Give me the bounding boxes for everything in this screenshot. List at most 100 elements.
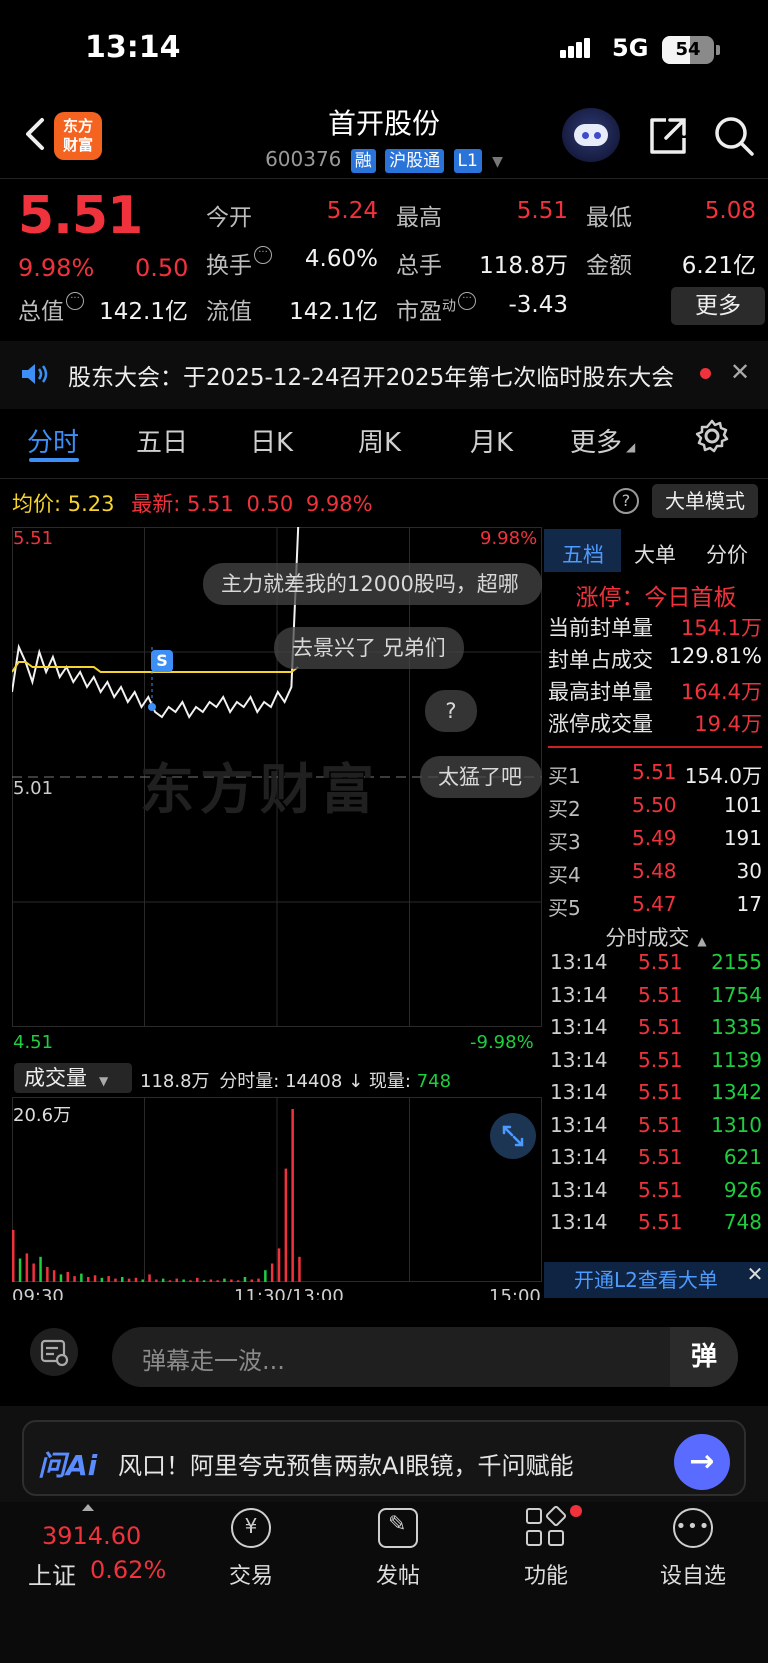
- bid-row[interactable]: 买2 5.50 101: [548, 793, 762, 823]
- battery-level: 54: [675, 39, 701, 60]
- tab-five-levels[interactable]: 五档: [562, 539, 604, 569]
- last-price: 5.51: [18, 186, 143, 246]
- minute-volume-label: 分时量:: [219, 1071, 280, 1092]
- caret-up-icon: ▲: [697, 934, 707, 948]
- avg-label: 均价:: [12, 492, 62, 516]
- limit-up-title: 涨停：今日首板: [575, 585, 737, 611]
- info-icon[interactable]: ···: [66, 292, 84, 310]
- volume-bar: [134, 1277, 138, 1282]
- change-percent: 9.98%: [18, 254, 95, 282]
- bid-row[interactable]: 买5 5.47 17: [548, 892, 762, 922]
- volume-chart[interactable]: [12, 1097, 542, 1282]
- nav-trade[interactable]: ¥ 交易: [206, 1508, 296, 1590]
- expand-up-icon[interactable]: [82, 1504, 94, 1511]
- tab-big-orders[interactable]: 大单: [634, 539, 676, 569]
- tab-weekly-k[interactable]: 周K: [358, 422, 401, 459]
- bid-row[interactable]: 买3 5.49 191: [548, 826, 762, 856]
- volume-bar: [127, 1278, 131, 1282]
- volume-bar: [87, 1277, 90, 1282]
- bid-row[interactable]: 买1 5.51 154.0万: [548, 760, 762, 790]
- tab-intraday[interactable]: 分时: [27, 422, 79, 459]
- chevron-down-icon: ▼: [492, 154, 503, 170]
- volume-bar: [257, 1278, 260, 1282]
- bid-row[interactable]: 买4 5.48 30: [548, 859, 762, 889]
- volume-bar: [107, 1276, 110, 1282]
- volume-total: 118.8万: [140, 1071, 210, 1092]
- danmu-bubble[interactable]: 太猛了吧: [420, 756, 542, 798]
- volume-label: 总手: [396, 253, 442, 279]
- more-button[interactable]: 更多: [671, 287, 765, 325]
- price-top-label: 5.51: [13, 528, 54, 549]
- edit-icon: ✎: [378, 1508, 418, 1548]
- tab-daily-k[interactable]: 日K: [250, 422, 293, 459]
- volume-bar: [298, 1256, 301, 1282]
- volume-info: 118.8万 分时量: 14408 ↓ 现量: 748: [140, 1067, 451, 1093]
- stock-code: 600376: [265, 147, 342, 171]
- network-type: 5G: [612, 34, 649, 62]
- chart-summary: 均价: 5.23 最新: 5.51 0.50 9.98%: [12, 488, 373, 518]
- volume-bar: [66, 1271, 69, 1282]
- close-icon[interactable]: ✕: [730, 358, 750, 386]
- help-icon[interactable]: ?: [613, 488, 639, 514]
- assistant-robot-icon[interactable]: [562, 108, 620, 162]
- l2-upgrade-banner[interactable]: 开通L2查看大单: [544, 1262, 768, 1298]
- share-icon[interactable]: [646, 114, 690, 158]
- trades-header[interactable]: 分时成交 ▲: [544, 922, 768, 952]
- nav-watchlist[interactable]: ••• 设自选: [648, 1508, 738, 1590]
- info-icon[interactable]: ···: [254, 246, 272, 264]
- ai-headline[interactable]: 风口！阿里夸克预售两款AI眼镜，千问赋能: [118, 1446, 648, 1481]
- tab-five-day[interactable]: 五日: [136, 422, 188, 459]
- tab-more[interactable]: 更多 ◢: [570, 422, 635, 459]
- arrow-right-icon[interactable]: →: [674, 1434, 730, 1490]
- status-bar: 13:14 5G 54: [0, 0, 768, 100]
- nav-post[interactable]: ✎ 发帖: [353, 1508, 443, 1590]
- header-divider: [0, 178, 768, 179]
- volume-bar: [155, 1279, 158, 1282]
- close-icon[interactable]: ✕: [744, 1263, 766, 1285]
- danmu-settings-icon[interactable]: [30, 1328, 78, 1376]
- price-mid-label: 5.01: [13, 778, 54, 799]
- volume-bar: [264, 1270, 267, 1282]
- notice-text: 股东大会：于2025-12-24召开2025年第七次临时股东大会: [68, 365, 675, 391]
- nav-functions[interactable]: 功能: [501, 1504, 591, 1590]
- volume-bar: [230, 1279, 233, 1282]
- sell-marker[interactable]: S: [151, 650, 173, 672]
- turnover-label: 换手···: [206, 246, 272, 280]
- tab-monthly-k[interactable]: 月K: [470, 422, 513, 459]
- volume-bar: [250, 1279, 253, 1282]
- index-value[interactable]: 3914.60: [42, 1522, 141, 1550]
- current-volume-value: 748: [416, 1071, 452, 1092]
- change-amount: 0.50: [135, 254, 189, 282]
- latest-change: 0.50: [246, 492, 294, 516]
- index-change[interactable]: 0.62%: [90, 1556, 166, 1584]
- danmu-toggle-button[interactable]: 弹: [670, 1327, 738, 1387]
- avg-value: 5.23: [67, 492, 115, 516]
- settings-gear-icon[interactable]: [694, 418, 730, 461]
- open-label: 今开: [206, 205, 252, 231]
- search-icon[interactable]: [710, 112, 758, 160]
- limit-divider: [548, 746, 762, 748]
- trade-row: 13:14 5.51 1310: [550, 1112, 762, 1137]
- big-order-mode-button[interactable]: 大单模式: [652, 484, 758, 518]
- tab-active-indicator: [29, 458, 79, 462]
- info-icon[interactable]: ···: [458, 292, 476, 310]
- danmu-bubble[interactable]: 去景兴了 兄弟们: [274, 627, 464, 669]
- tab-price-dist[interactable]: 分价: [706, 539, 748, 569]
- volume-bar: [12, 1229, 15, 1282]
- danmu-bubble[interactable]: ?: [425, 690, 477, 732]
- float-value: 142.1亿: [289, 299, 378, 325]
- danmu-bubble[interactable]: 主力就差我的12000股吗，超哪: [203, 563, 542, 605]
- open-value: 5.24: [326, 198, 378, 224]
- expand-icon[interactable]: [490, 1113, 536, 1159]
- float-label: 流值: [206, 299, 252, 325]
- index-name[interactable]: 上证: [28, 1556, 76, 1591]
- latest-value: 5.51: [186, 492, 234, 516]
- volume-bar: [80, 1273, 83, 1282]
- volume-bar: [284, 1168, 288, 1282]
- pct-bottom-label: -9.98%: [470, 1032, 534, 1053]
- amount-label: 金额: [586, 253, 632, 279]
- minute-volume-value: 14408: [285, 1071, 343, 1092]
- volume-indicator-select[interactable]: 成交量 ▼: [14, 1063, 132, 1093]
- volume-bar: [243, 1277, 247, 1282]
- danmu-input[interactable]: 弹幕走一波...: [112, 1327, 738, 1387]
